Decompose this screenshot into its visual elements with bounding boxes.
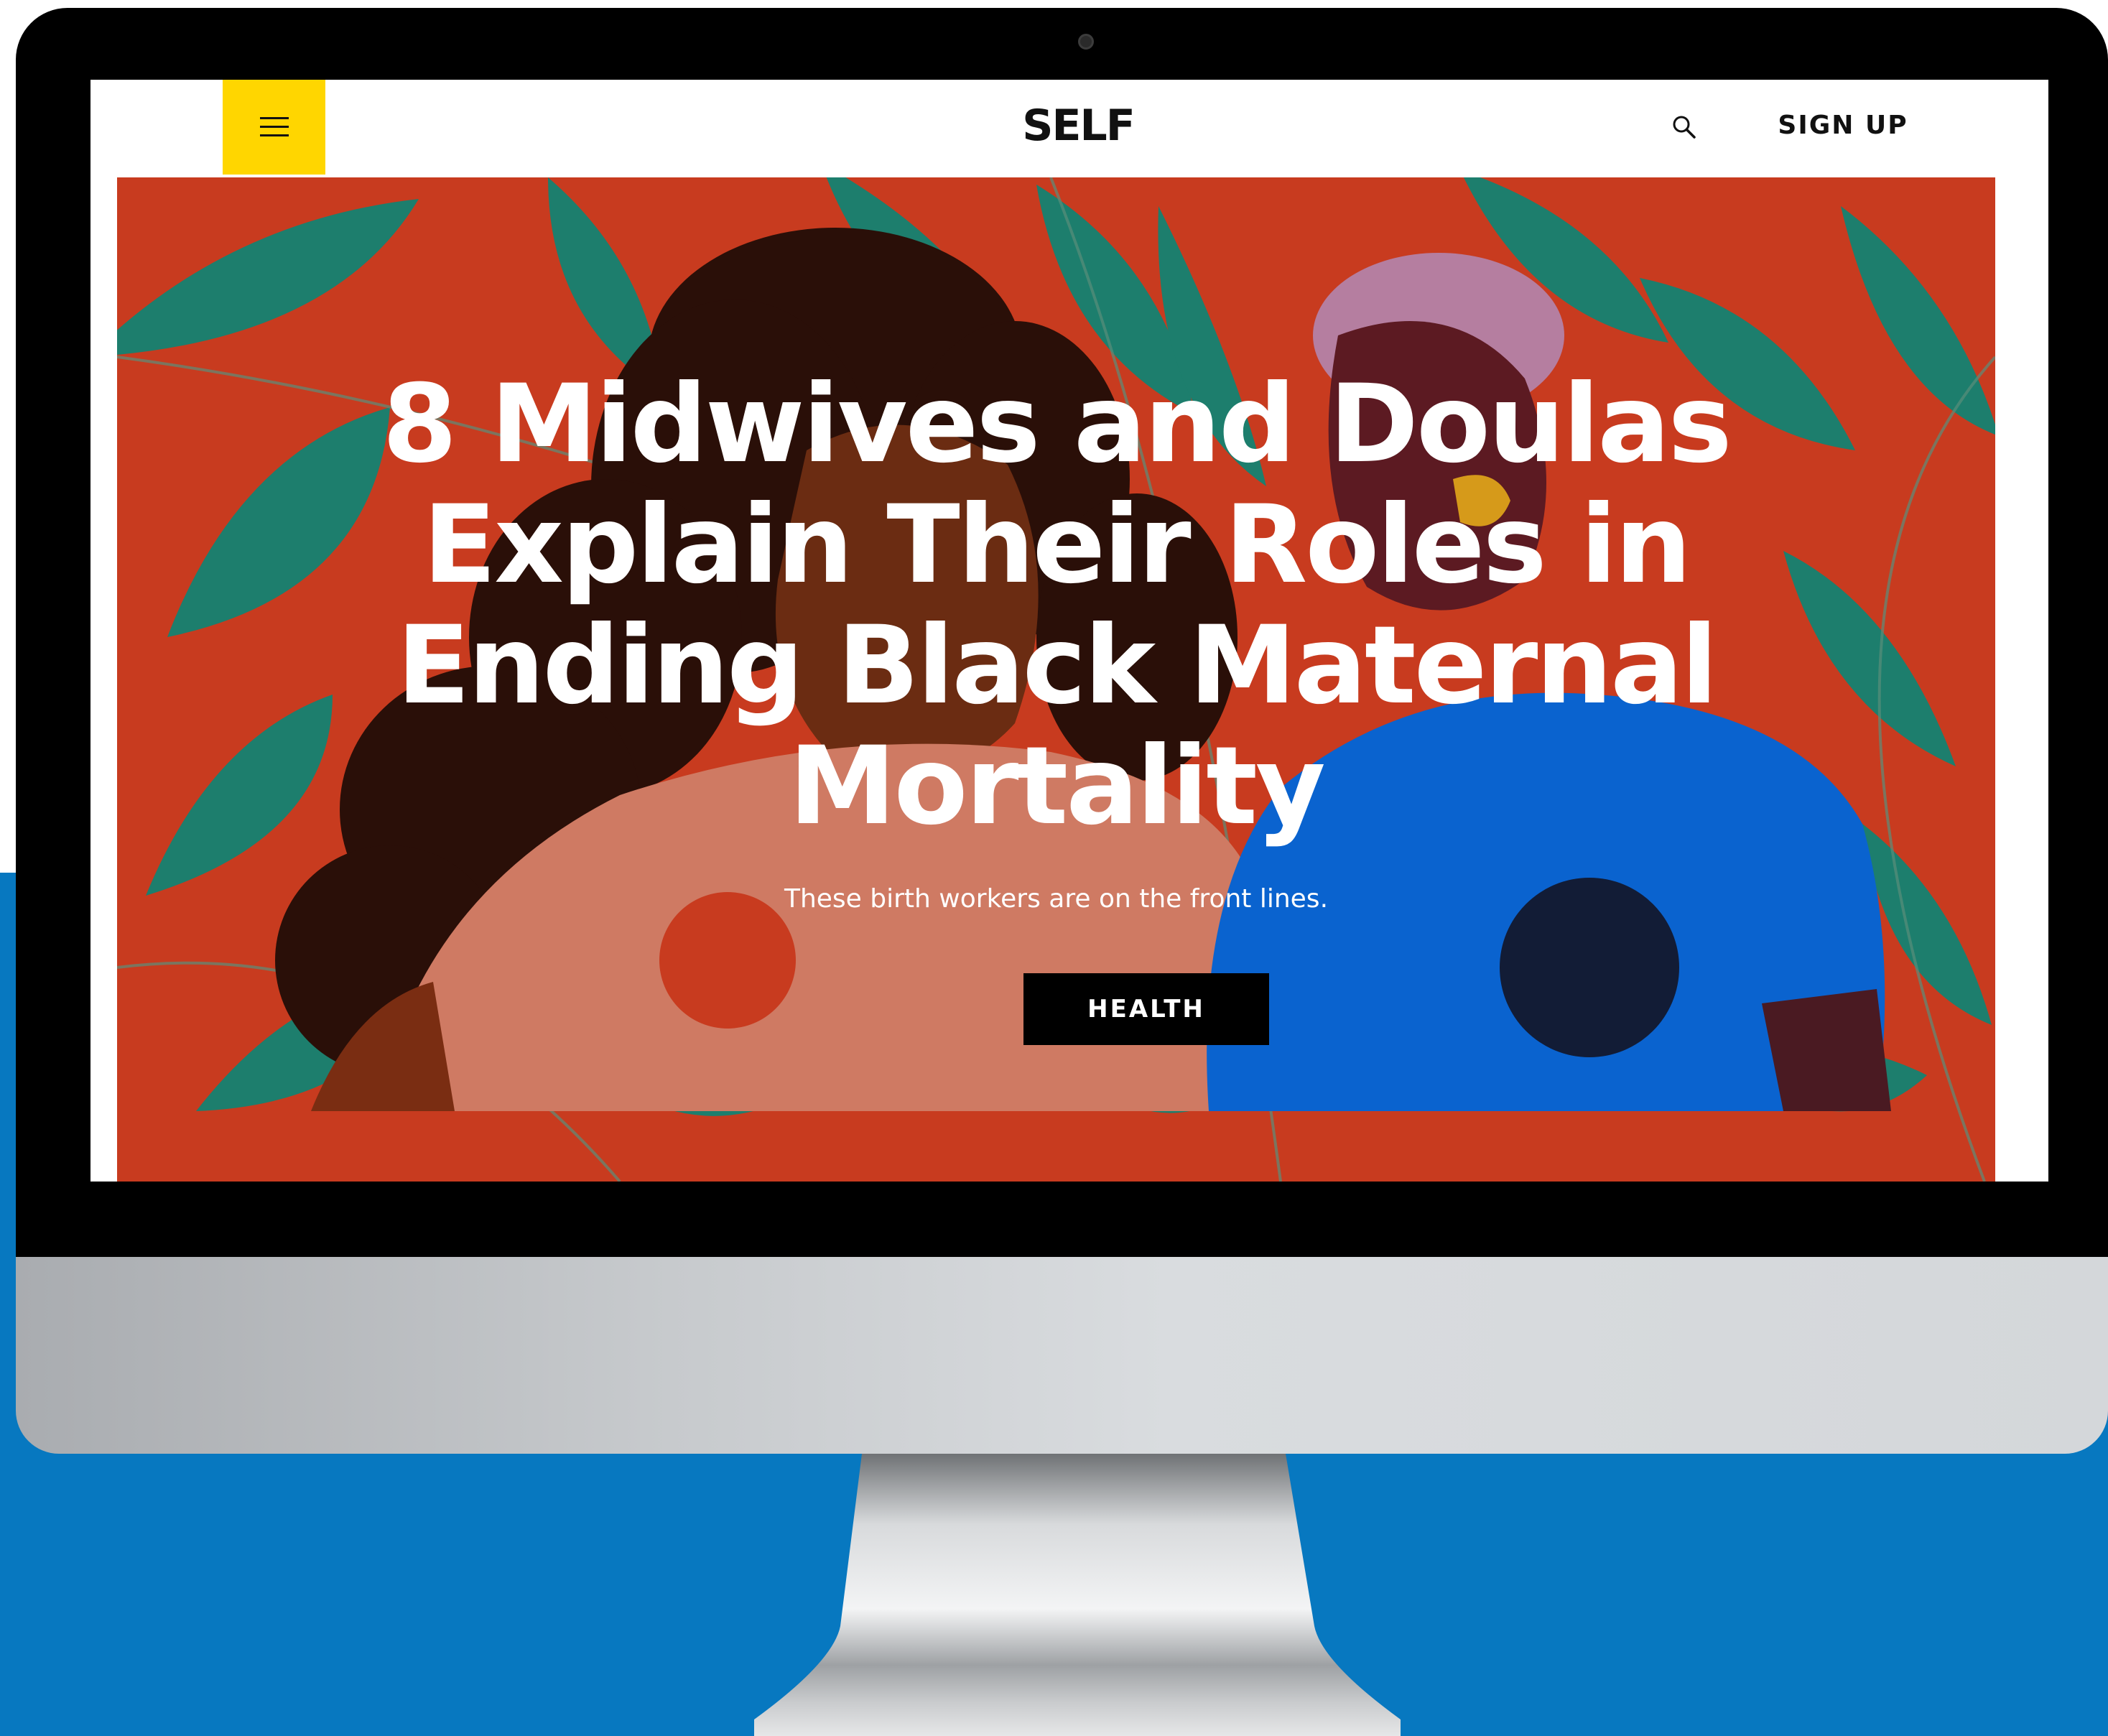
site-logo[interactable]: SELF bbox=[952, 100, 1204, 152]
sign-up-link[interactable]: SIGN UP bbox=[1757, 104, 1929, 147]
monitor-chin bbox=[16, 1257, 2108, 1454]
hero-section: 8 Midwives and Doulas Explain Their Role… bbox=[117, 177, 1995, 1182]
camera-icon bbox=[1078, 34, 1094, 50]
monitor-stand bbox=[754, 1454, 1401, 1736]
health-category-button[interactable]: HEALTH bbox=[1023, 973, 1269, 1045]
search-icon bbox=[1673, 116, 1696, 139]
hamburger-menu-icon bbox=[259, 117, 289, 136]
article-headline[interactable]: 8 Midwives and Doulas Explain Their Role… bbox=[333, 364, 1780, 847]
article-dek: These birth workers are on the front lin… bbox=[784, 884, 1329, 914]
menu-button[interactable] bbox=[223, 80, 325, 175]
site-header: SELF SIGN UP bbox=[90, 80, 2048, 177]
search-button[interactable] bbox=[1666, 108, 1703, 146]
browser-screen: SELF SIGN UP 8 Midwives and Doulas Expla… bbox=[90, 80, 2048, 1182]
